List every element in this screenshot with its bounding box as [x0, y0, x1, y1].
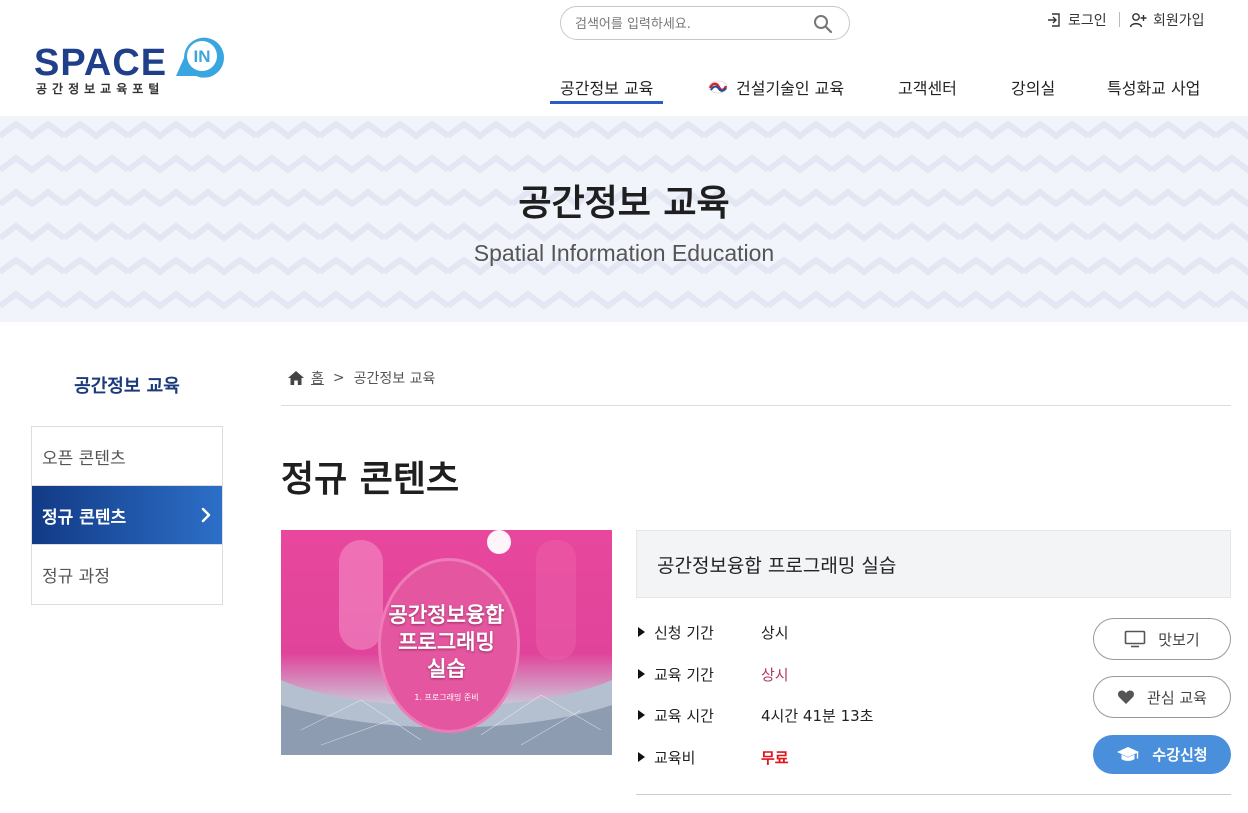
join-label: 회원가입 [1153, 13, 1205, 29]
sidebar-item-open-contents[interactable]: 오픈 콘텐츠 [32, 427, 222, 486]
page-banner: 공간정보 교육 Spatial Information Education [0, 116, 1248, 322]
search-box [560, 6, 850, 40]
sidebar-item-label: 정규 콘텐츠 [42, 507, 127, 528]
info-label: 신청 기간 [654, 623, 714, 642]
nav-specialized-school[interactable]: 특성화교 사업 [1107, 70, 1200, 104]
sidebar-title: 공간정보 교육 [74, 376, 180, 397]
thumbnail-title-line: 공간정보융합 [388, 603, 505, 627]
graduation-cap-icon [1117, 746, 1140, 761]
bullet-icon [638, 752, 645, 762]
add-user-icon [1129, 13, 1147, 28]
bullet-icon [638, 710, 645, 720]
logo-subtitle: 공간정보교육포털 [36, 82, 165, 96]
bullet-icon [638, 669, 645, 679]
sidebar-item-regular-courses[interactable]: 정규 과정 [32, 545, 222, 604]
thumbnail-subtitle: 1. 프로그래밍 준비 [414, 693, 479, 702]
breadcrumb-home[interactable]: 홈 [311, 368, 324, 388]
apply-button[interactable]: 수강신청 [1093, 735, 1231, 774]
breadcrumb-separator: > [332, 370, 345, 386]
sidebar-menu: 오픈 콘텐츠 정규 콘텐츠 정규 과정 [31, 426, 223, 605]
course-title-box: 공간정보융합 프로그래밍 실습 [636, 530, 1231, 598]
apply-label: 수강신청 [1152, 746, 1208, 764]
logo-in-badge-icon: IN [176, 37, 224, 78]
page-title: 정규 콘텐츠 [281, 459, 460, 500]
search-input[interactable] [575, 13, 805, 35]
bullet-icon [638, 627, 645, 637]
home-icon[interactable] [287, 370, 305, 386]
sidebar-item-regular-contents[interactable]: 정규 콘텐츠 [32, 486, 222, 545]
monitor-icon [1124, 630, 1146, 648]
nav-spatial-education[interactable]: 공간정보 교육 [549, 70, 664, 104]
nav-classroom[interactable]: 강의실 [1011, 70, 1055, 104]
course-title: 공간정보융합 프로그래밍 실습 [657, 554, 897, 577]
info-value: 상시 [761, 665, 789, 684]
breadcrumb-divider [281, 405, 1231, 406]
login-link[interactable]: 로그인 [1046, 10, 1107, 30]
thumbnail-title-line: 실습 [427, 657, 466, 681]
nav-label: 고객센터 [898, 79, 957, 98]
login-label: 로그인 [1068, 13, 1107, 29]
breadcrumb: 홈 > 공간정보 교육 [287, 368, 435, 388]
thumbnail-title: 공간정보융합 프로그래밍 실습 [281, 602, 612, 683]
preview-label: 맛보기 [1158, 630, 1200, 649]
chevron-right-icon [201, 507, 211, 523]
nav-construction-education[interactable]: 건설기술인 교육 [708, 70, 844, 104]
add-to-interest-button[interactable]: 관심 교육 [1093, 676, 1231, 718]
interest-label: 관심 교육 [1147, 688, 1207, 707]
sidebar-item-label: 오픈 콘텐츠 [42, 448, 126, 469]
heart-icon [1118, 690, 1135, 704]
info-value: 4시간 41분 13초 [761, 706, 874, 725]
course-thumbnail[interactable]: 공간정보융합 프로그래밍 실습 1. 프로그래밍 준비 [281, 530, 612, 755]
util-divider [1119, 12, 1120, 27]
info-row-application-period: 신청 기간 상시 [636, 622, 789, 642]
nav-label: 건설기술인 교육 [736, 79, 845, 98]
thumbnail-title-line: 프로그래밍 [398, 630, 495, 654]
login-icon [1048, 13, 1060, 27]
preview-button[interactable]: 맛보기 [1093, 618, 1231, 660]
info-row-education-time: 교육 시간 4시간 41분 13초 [636, 705, 873, 725]
info-label: 교육비 [654, 748, 696, 767]
breadcrumb-current: 공간정보 교육 [353, 371, 436, 387]
svg-text:IN: IN [194, 47, 211, 66]
info-row-fee: 교육비 무료 [636, 747, 789, 767]
sidebar-item-label: 정규 과정 [42, 567, 110, 587]
site-header: SPACE IN 공간정보교육포털 로그인 회원가입 공간정보 교육 [0, 0, 1248, 116]
nav-label: 특성화교 사업 [1107, 79, 1201, 98]
info-label: 교육 기간 [654, 665, 714, 684]
info-divider [636, 794, 1231, 795]
nav-customer-center[interactable]: 고객센터 [898, 70, 957, 104]
site-logo[interactable]: SPACE IN 공간정보교육포털 [34, 30, 234, 100]
info-value: 무료 [761, 748, 789, 767]
nav-label: 강의실 [1011, 79, 1056, 98]
info-value: 상시 [761, 623, 789, 642]
info-label: 교육 시간 [654, 706, 714, 725]
nav-label: 공간정보 교육 [560, 79, 654, 98]
thumbnail-decoration [487, 530, 511, 554]
search-icon[interactable] [813, 14, 833, 34]
banner-subtitle: Spatial Information Education [473, 240, 775, 266]
construction-emblem-icon [708, 80, 728, 94]
join-link[interactable]: 회원가입 [1129, 10, 1205, 30]
info-row-education-period: 교육 기간 상시 [636, 664, 789, 684]
logo-wordmark: SPACE [34, 42, 168, 84]
banner-title: 공간정보 교육 [518, 183, 730, 224]
